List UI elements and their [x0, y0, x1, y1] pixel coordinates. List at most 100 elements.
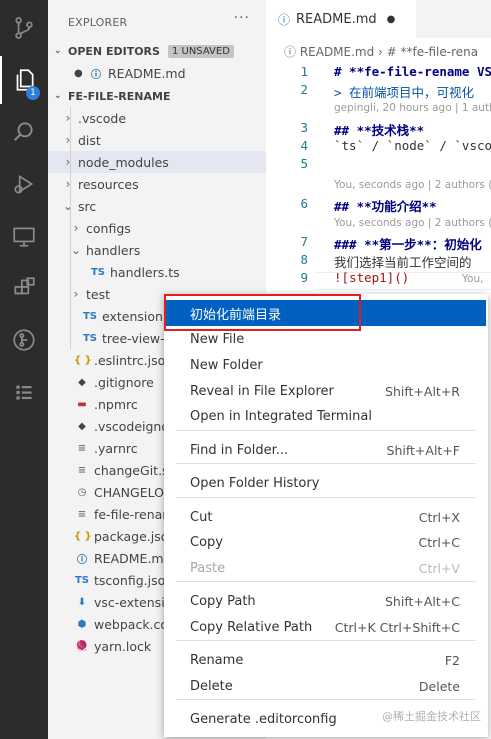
menu-item-rename[interactable]: Rename F2 [166, 647, 486, 673]
tree-item[interactable]: ⌄ src [48, 195, 266, 217]
file-type-icon: { } [74, 354, 92, 366]
project-label: FE-FILE-RENAME [68, 89, 171, 103]
tree-item-label: dist [78, 132, 101, 148]
menu-item-label: Open Folder History [190, 475, 320, 491]
menu-item-paste[interactable]: Paste Ctrl+V [166, 555, 486, 581]
menu-item-label: Delete [190, 678, 233, 694]
code-line: ## **技术栈** [334, 123, 425, 138]
line-number: 1 [300, 64, 308, 79]
menu-item-label: Paste [190, 560, 226, 576]
menu-separator [176, 463, 476, 464]
breadcrumb[interactable]: ⓘ README.md › # **fe-file-rena [284, 40, 491, 62]
chevron-down-icon: ⌄ [54, 91, 62, 101]
menu-item-label: New File [190, 331, 245, 347]
code-line: # **fe-file-rename VS [334, 64, 491, 79]
menu-item-copy-path[interactable]: Copy Path Shift+Alt+C [166, 588, 486, 614]
code-line: ## **功能介绍** [334, 199, 437, 214]
code-line: ![step1]() [334, 270, 410, 285]
source-control-icon[interactable] [0, 4, 48, 52]
git-graph-icon[interactable] [0, 316, 48, 364]
tree-item-label: .eslintrc.json [94, 352, 174, 368]
chevron-down-icon: ⌄ [70, 243, 82, 257]
menu-item-copy[interactable]: Copy Ctrl+C [166, 529, 486, 555]
menu-item-shortcut: Ctrl+C [418, 534, 460, 550]
inline-blame: You, [462, 273, 484, 285]
file-type-icon: 🧶 [75, 640, 89, 652]
tree-item[interactable]: › node_modules [48, 151, 266, 173]
run-debug-icon[interactable] [0, 160, 48, 208]
explorer-icon[interactable]: 1 [0, 56, 48, 104]
list-icon[interactable] [0, 368, 48, 416]
file-type-icon: TS [82, 310, 98, 322]
line-number: 5 [300, 156, 308, 171]
tab-bar: ⓘ README.md ● [266, 0, 491, 38]
line-number: 7 [300, 234, 308, 249]
menu-item-open-folder-history[interactable]: Open Folder History [166, 470, 486, 496]
tree-item-label: yarn.lock [94, 638, 152, 654]
chevron-right-icon: › [73, 221, 79, 235]
menu-item-label: Copy [190, 534, 223, 550]
watermark: @稀土掘金技术社区 [382, 710, 481, 723]
tree-item[interactable]: ⌄ handlers [48, 239, 266, 261]
search-icon[interactable] [0, 108, 48, 156]
file-type-icon: TS [82, 332, 98, 344]
menu-separator [176, 699, 476, 700]
code-line: `ts` / `node` / `vsco [334, 138, 491, 153]
file-type-icon: TS [90, 266, 106, 278]
menu-item-new-folder[interactable]: New Folder [166, 352, 486, 378]
file-type-icon: { } [74, 530, 92, 542]
info-icon: ⓘ [278, 12, 291, 27]
menu-item-delete[interactable]: Delete Delete [166, 673, 486, 699]
tree-item-label: src [78, 198, 97, 214]
dirty-indicator: ● [386, 13, 396, 25]
tab-label: README.md [296, 11, 377, 27]
info-icon: ⓘ [91, 69, 101, 81]
chevron-down-icon: ⌄ [62, 199, 74, 213]
file-type-icon: ◆ [78, 376, 86, 388]
file-type-icon: ≡ [77, 442, 87, 454]
menu-item-shortcut: Shift+Alt+C [384, 593, 460, 609]
open-editors-header[interactable]: ⌄ OPEN EDITORS 1 UNSAVED [48, 40, 266, 62]
open-editor-item[interactable]: ● ⓘ README.md [48, 62, 266, 84]
menu-separator [176, 497, 476, 498]
menu-separator [176, 430, 476, 431]
menu-item-cut[interactable]: Cut Ctrl+X [166, 504, 486, 530]
menu-item-find-in-folder[interactable]: Find in Folder... Shift+Alt+F [166, 437, 486, 463]
unsaved-badge: 1 UNSAVED [167, 44, 234, 58]
menu-item-shortcut: Delete [418, 678, 460, 694]
tree-item-label: node_modules [78, 154, 169, 170]
chevron-down-icon: ⌄ [54, 46, 62, 56]
remote-explorer-icon[interactable] [0, 212, 48, 260]
file-type-icon: TS [74, 574, 90, 586]
code-line: > 在前端项目中，可视化 [334, 85, 475, 100]
line-number: 2 [300, 82, 308, 97]
menu-item-label: Open in Integrated Terminal [190, 408, 372, 424]
chevron-right-icon: › [65, 177, 71, 191]
menu-item-shortcut: Shift+Alt+F [386, 442, 460, 458]
more-actions-icon[interactable]: ··· [234, 10, 250, 26]
line-number: 8 [300, 252, 308, 267]
tree-item-label: .yarnrc [94, 440, 138, 456]
file-type-icon: ≡ [77, 508, 87, 520]
menu-item-open-in-terminal[interactable]: Open in Integrated Terminal [166, 403, 486, 429]
file-type-icon: ⓘ [77, 554, 87, 566]
tree-item[interactable]: › .vscode [48, 107, 266, 129]
menu-item-shortcut: F2 [444, 652, 460, 668]
chevron-right-icon: › [65, 111, 71, 125]
project-header[interactable]: ⌄ FE-FILE-RENAME [48, 85, 266, 107]
menu-item-copy-relative-path[interactable]: Copy Relative Path Ctrl+K Ctrl+Shift+C [166, 614, 486, 640]
tree-item[interactable]: › dist [48, 129, 266, 151]
tree-item[interactable]: TS handlers.ts [48, 261, 266, 283]
code-line: 我们选择当前工作空间的 [334, 255, 472, 270]
tree-item-label: handlers [86, 242, 141, 258]
menu-item-label: Reveal in File Explorer [190, 383, 334, 399]
tree-item[interactable]: › resources [48, 173, 266, 195]
highlight-annotation-box [164, 294, 361, 331]
menu-item-reveal-in-explorer[interactable]: Reveal in File Explorer Shift+Alt+R [166, 378, 486, 404]
menu-item-label: Copy Path [190, 593, 256, 609]
tab-readme[interactable]: ⓘ README.md ● [266, 0, 416, 38]
tree-item[interactable]: › configs [48, 217, 266, 239]
menu-item-label: New Folder [190, 357, 263, 373]
extensions-icon[interactable] [0, 264, 48, 312]
tree-item-label: README.md [94, 550, 172, 566]
